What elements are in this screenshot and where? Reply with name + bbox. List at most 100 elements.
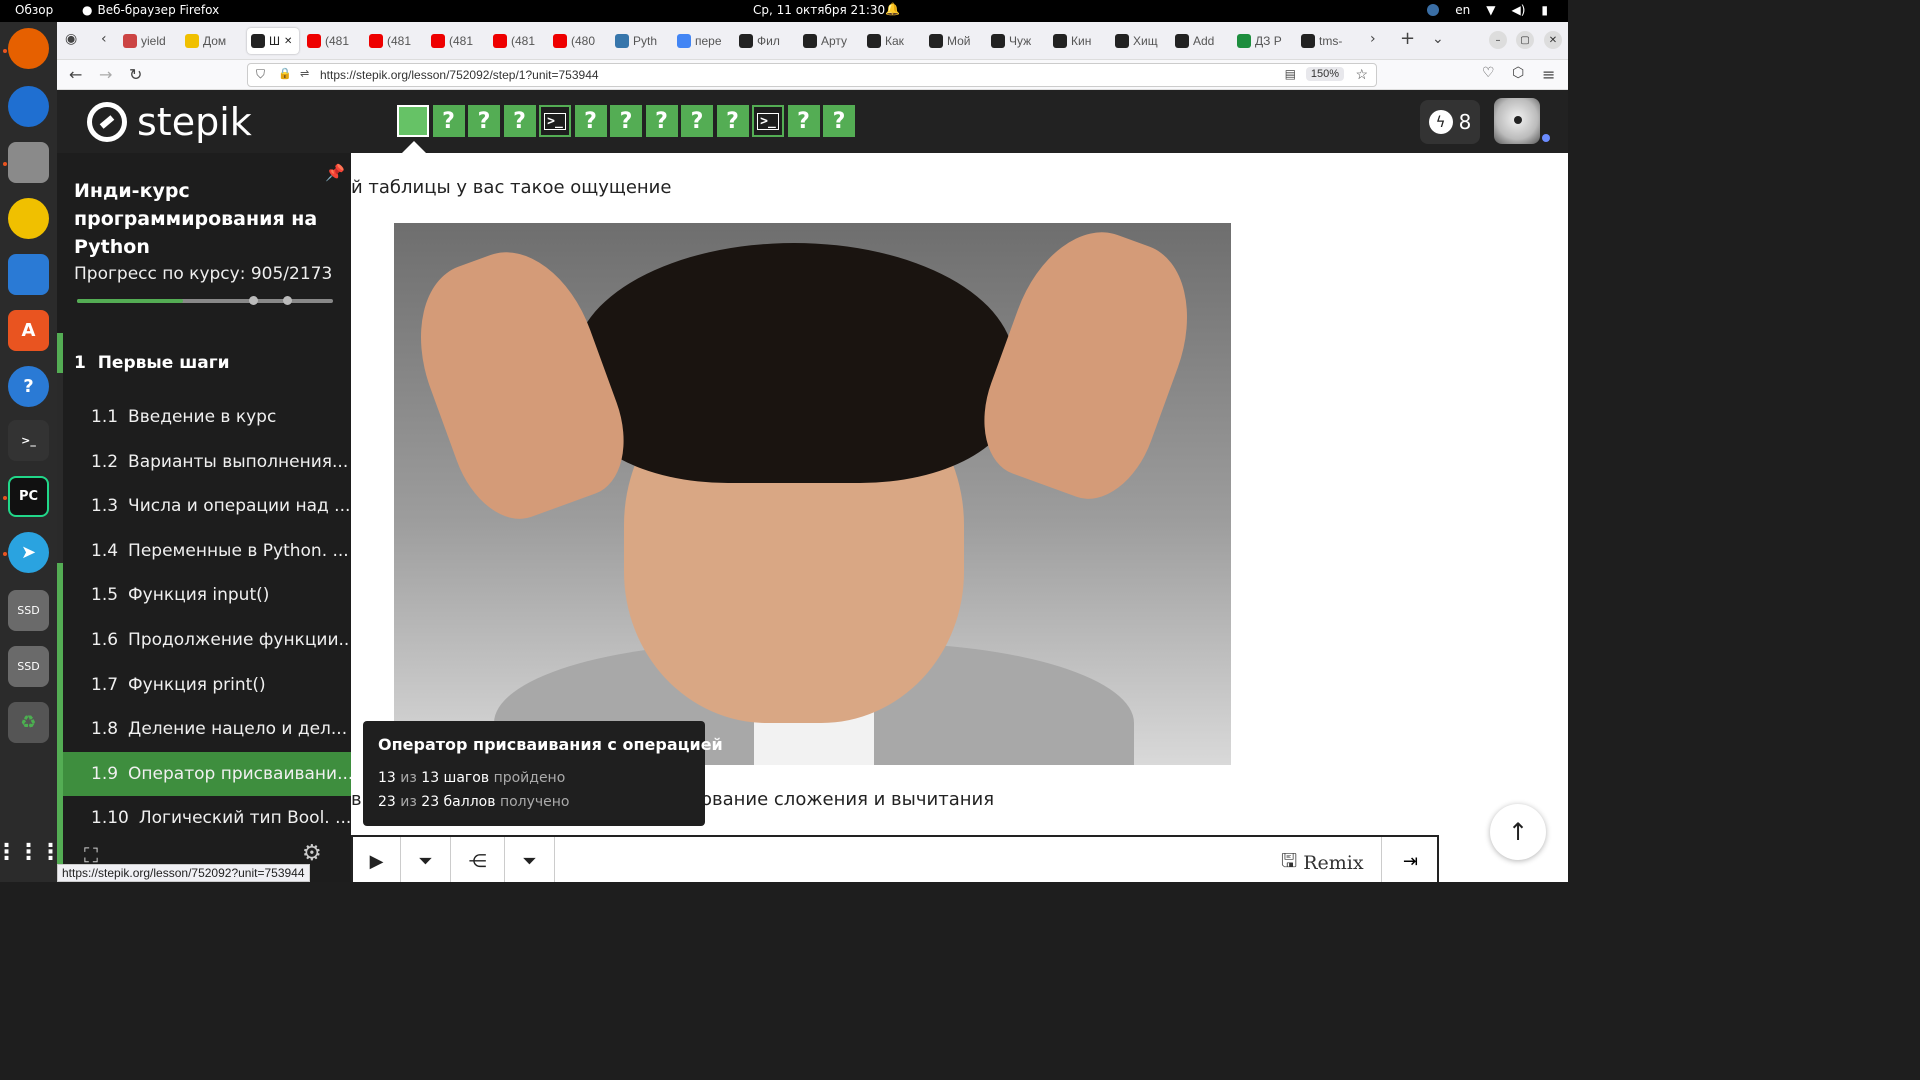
lesson-item[interactable]: 1.1 Введение в курс	[63, 395, 351, 439]
browser-tab[interactable]: (481	[307, 28, 363, 54]
share-icon[interactable]: ⋲	[451, 837, 505, 882]
browser-tab[interactable]: Арту	[803, 28, 859, 54]
active-app-menu[interactable]: ● Веб-браузер Firefox	[82, 3, 219, 17]
browser-tab[interactable]: (480	[553, 28, 609, 54]
tab-scroll-right-icon[interactable]: ›	[1370, 31, 1376, 47]
tab-scroll-left-icon[interactable]: ‹	[101, 31, 107, 47]
forward-icon[interactable]: →	[99, 65, 112, 84]
step-quiz[interactable]: ?	[610, 105, 642, 137]
extensions-icon[interactable]: ⬡	[1512, 65, 1524, 81]
reader-view-icon[interactable]: ▤	[1285, 67, 1296, 81]
run-button[interactable]: ▶	[353, 837, 401, 882]
minimize-button[interactable]: –	[1489, 31, 1507, 49]
stepik-logo[interactable]: stepik	[87, 100, 252, 144]
lesson-item[interactable]: 1.2 Варианты выполнения...	[63, 440, 351, 484]
rhythmbox-icon[interactable]	[8, 198, 49, 239]
browser-tab[interactable]: Чуж	[991, 28, 1047, 54]
zoom-level-button[interactable]: 150%	[1305, 67, 1344, 81]
indicator-icon[interactable]	[1427, 4, 1440, 16]
lesson-item[interactable]: 1.7 Функция print()	[63, 663, 351, 707]
browser-tab[interactable]: (481	[369, 28, 425, 54]
lesson-item[interactable]: 1.3 Числа и операции над ...	[63, 484, 351, 528]
reload-icon[interactable]: ↻	[129, 65, 142, 84]
files-icon[interactable]	[8, 142, 49, 183]
share-dropdown-icon[interactable]: ⏷	[505, 837, 555, 882]
activities-button[interactable]: Обзор	[15, 3, 53, 17]
lesson-item[interactable]: 1.6 Продолжение функции...	[63, 618, 351, 662]
list-all-tabs-icon[interactable]: ⌄	[1432, 31, 1444, 47]
browser-tab[interactable]: (481	[431, 28, 487, 54]
course-title[interactable]: Инди-курс программирования на Python	[74, 177, 324, 261]
firefox-view-icon[interactable]: ◉	[65, 31, 77, 47]
pocket-icon[interactable]: ♡	[1482, 65, 1495, 81]
trash-icon[interactable]: ♻	[8, 702, 49, 743]
tracking-shield-icon[interactable]: ⛉	[256, 67, 265, 82]
apps-grid-icon[interactable]: ⋮⋮⋮	[0, 832, 62, 873]
step-quiz[interactable]: ?	[823, 105, 855, 137]
wifi-icon[interactable]: ▼	[1486, 3, 1495, 17]
user-avatar[interactable]	[1494, 98, 1540, 144]
browser-tab[interactable]: ДЗ Р	[1237, 28, 1293, 54]
pycharm-icon[interactable]: PC	[8, 476, 49, 517]
pin-icon[interactable]: 📌	[325, 163, 345, 182]
step-current[interactable]	[397, 105, 429, 137]
run-dropdown-icon[interactable]: ⏷	[401, 837, 451, 882]
browser-tab[interactable]: tms-	[1301, 28, 1357, 54]
step-code-icon[interactable]: >_	[539, 105, 571, 137]
thunderbird-icon[interactable]	[8, 86, 49, 127]
permissions-icon[interactable]: ⇌	[300, 67, 309, 80]
browser-tab[interactable]: Фил	[739, 28, 795, 54]
keyboard-layout[interactable]: en	[1455, 3, 1470, 17]
telegram-icon[interactable]: ➤	[8, 532, 49, 573]
url-text[interactable]: https://stepik.org/lesson/752092/step/1?…	[320, 68, 599, 82]
browser-tab[interactable]: Add	[1175, 28, 1231, 54]
terminal-icon[interactable]: >_	[8, 420, 49, 461]
lock-icon[interactable]: 🔒	[278, 67, 292, 80]
step-quiz[interactable]: ?	[787, 105, 820, 137]
module-title[interactable]: 1 Первые шаги	[74, 353, 230, 373]
notification-bell-icon[interactable]: 🔔	[885, 2, 900, 16]
app-center-icon[interactable]: A	[8, 310, 49, 351]
step-quiz[interactable]: ?	[681, 105, 713, 137]
step-quiz[interactable]: ?	[574, 105, 607, 137]
browser-tab[interactable]: (481	[493, 28, 549, 54]
tab-close-icon[interactable]: ✕	[284, 36, 292, 47]
bookmark-star-icon[interactable]: ☆	[1355, 66, 1368, 83]
url-bar[interactable]: ⛉ 🔒 ⇌ https://stepik.org/lesson/752092/s…	[247, 63, 1377, 87]
browser-tab[interactable]: пере	[677, 28, 733, 54]
battery-icon[interactable]: ▮	[1541, 3, 1548, 17]
step-quiz[interactable]: ?	[645, 105, 678, 137]
menu-icon[interactable]: ≡	[1542, 65, 1555, 84]
step-quiz[interactable]: ?	[716, 105, 749, 137]
clock[interactable]: Ср, 11 октября 21:30	[753, 3, 885, 17]
lesson-item[interactable]: 1.4 Переменные в Python. ...	[63, 529, 351, 573]
browser-tab[interactable]: Дом	[185, 28, 241, 54]
lesson-item[interactable]: 1.9 Оператор присваивани...	[63, 751, 351, 796]
writer-icon[interactable]	[8, 254, 49, 295]
browser-tab[interactable]: Хищ	[1115, 28, 1171, 54]
back-icon[interactable]: ←	[69, 65, 82, 84]
step-code-icon[interactable]: >_	[752, 105, 784, 137]
lesson-item[interactable]: 1.5 Функция input()	[63, 573, 351, 617]
remix-button[interactable]: 🖫 Remix	[1281, 847, 1364, 879]
tab-active[interactable]: Ш ✕	[247, 28, 299, 54]
close-window-button[interactable]: ✕	[1544, 31, 1562, 49]
step-quiz[interactable]: ?	[503, 105, 536, 137]
maximize-button[interactable]: ▢	[1516, 31, 1534, 49]
browser-tab[interactable]: Pyth	[615, 28, 671, 54]
sign-in-icon[interactable]: ⇥	[1381, 837, 1439, 882]
browser-tab[interactable]: yield	[123, 28, 179, 54]
ssd-drive-icon[interactable]: SSD	[8, 646, 49, 687]
volume-icon[interactable]: ◀)	[1511, 3, 1525, 17]
browser-tab[interactable]: Как	[867, 28, 923, 54]
help-icon[interactable]: ?	[8, 366, 49, 407]
step-quiz[interactable]: ?	[432, 105, 465, 137]
lesson-item[interactable]: 1.10 Логический тип Bool. ...	[63, 796, 351, 840]
scroll-to-top-button[interactable]: ↑	[1490, 804, 1546, 860]
settings-gear-icon[interactable]: ⚙	[302, 841, 322, 866]
ssd-drive-icon[interactable]: SSD	[8, 590, 49, 631]
browser-tab[interactable]: Мой	[929, 28, 985, 54]
lesson-item[interactable]: 1.8 Деление нацело и дел...	[63, 707, 351, 751]
step-quiz[interactable]: ?	[468, 105, 500, 137]
browser-tab[interactable]: Кин	[1053, 28, 1109, 54]
